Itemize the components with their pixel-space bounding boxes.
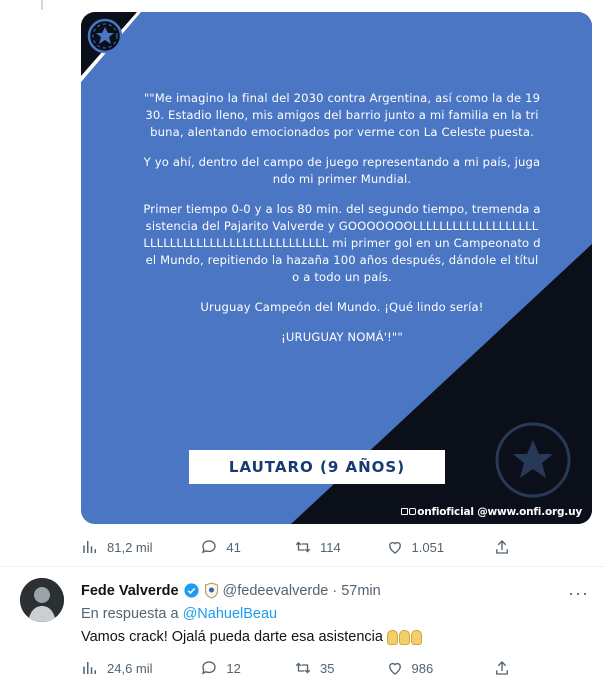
quote-paragraph: Primer tiempo 0-0 y a los 80 min. del se… <box>143 202 541 284</box>
views-icon <box>83 662 96 674</box>
handle[interactable]: @fedeevalverde <box>223 583 329 599</box>
retweet-button[interactable]: 114 <box>294 538 386 556</box>
like-count: 986 <box>411 660 434 676</box>
timestamp[interactable]: 57min <box>341 583 381 599</box>
share-button[interactable] <box>493 659 511 677</box>
share-icon <box>496 540 508 554</box>
like-count: 1.051 <box>411 539 445 555</box>
reply-prefix: En respuesta a <box>81 606 179 622</box>
onfi-ball-logo-icon <box>81 12 141 82</box>
card-footer-text: onfioficial @www.onfi.org.uy <box>417 506 582 518</box>
views-count: 81,2 mil <box>107 539 153 555</box>
separator-dot: · <box>332 582 338 599</box>
quote-paragraph: ""Me imagino la final del 2030 contra Ar… <box>143 91 541 139</box>
reply-text: Vamos crack! Ojalá pueda darte esa asist… <box>81 629 383 645</box>
avatar[interactable] <box>20 578 64 622</box>
reply-button[interactable]: 41 <box>200 538 294 556</box>
reply-count: 41 <box>226 539 241 555</box>
more-options-icon[interactable]: ··· <box>568 583 589 604</box>
reply-context: En respuesta a @NahuelBeau <box>81 606 277 622</box>
verified-badge-icon <box>183 583 199 598</box>
tweet-image[interactable]: ""Me imagino la final del 2030 contra Ar… <box>81 12 592 524</box>
views-count: 24,6 mil <box>107 660 153 676</box>
retweet-count: 35 <box>319 660 335 676</box>
display-name[interactable]: Fede Valverde <box>81 583 179 599</box>
thread-line <box>41 0 43 10</box>
tweet-action-bar: 81,2 mil 41 114 1.051 <box>81 535 511 559</box>
share-button[interactable] <box>493 538 511 556</box>
quote-paragraph: Uruguay Campeón del Mundo. ¡Qué lindo se… <box>200 300 484 314</box>
raising-hands-emoji-icon <box>386 629 422 645</box>
like-button[interactable]: 986 <box>386 659 493 677</box>
quote-text: ""Me imagino la final del 2030 contra Ar… <box>143 90 541 359</box>
avatar-photo <box>20 578 64 622</box>
retweet-button[interactable]: 35 <box>294 659 386 677</box>
quote-paragraph: ¡URUGUAY NOMÁ'!"" <box>281 330 403 344</box>
quote-paragraph: Y yo ahí, dentro del campo de juego repr… <box>143 155 541 186</box>
reply-icon <box>202 540 217 554</box>
heart-icon <box>388 541 401 554</box>
retweet-icon <box>295 541 311 553</box>
like-button[interactable]: 1.051 <box>386 538 493 556</box>
views-icon <box>83 541 96 553</box>
club-crest-icon <box>204 582 218 599</box>
card-footer: onfioficial @www.onfi.org.uy <box>401 506 582 518</box>
retweet-icon <box>295 662 311 674</box>
reply-action-bar: 24,6 mil 12 35 986 <box>81 656 511 680</box>
reply-icon <box>202 661 217 675</box>
reply-header: Fede Valverde @fedeevalverde · 57min <box>81 582 381 599</box>
reply-count: 12 <box>226 660 241 676</box>
reply-body: Vamos crack! Ojalá pueda darte esa asist… <box>81 629 422 645</box>
heart-icon <box>388 662 401 675</box>
views-button[interactable]: 24,6 mil <box>81 659 200 677</box>
views-button[interactable]: 81,2 mil <box>81 538 200 556</box>
retweet-count: 114 <box>319 539 341 555</box>
divider <box>0 566 605 567</box>
author-name-box: LAUTARO (9 AÑOS) <box>189 450 445 484</box>
mention-link[interactable]: @NahuelBeau <box>183 606 278 622</box>
reply-button[interactable]: 12 <box>200 659 294 677</box>
social-icons <box>409 508 417 515</box>
share-icon <box>496 661 508 675</box>
social-icons <box>401 508 409 515</box>
